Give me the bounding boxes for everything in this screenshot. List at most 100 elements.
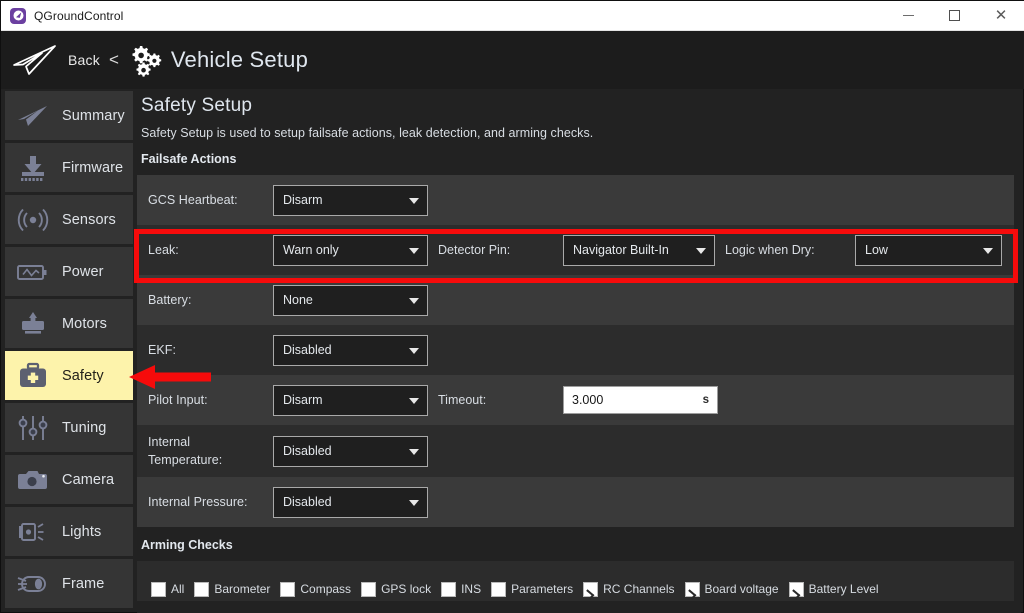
sidebar-item-label: Summary [62,108,125,124]
qgroundcontrol-window: QGroundControl ✕ Back < [0,0,1024,613]
battery-label: Battery: [148,293,273,307]
sidebar-item-summary[interactable]: Summary [5,91,133,140]
minimize-button[interactable] [885,1,931,30]
arming-check-barometer[interactable]: Barometer [194,582,270,597]
battery-combobox[interactable]: None [273,285,428,316]
checkbox-icon[interactable] [685,582,700,597]
chevron-down-icon [696,248,706,254]
page-description: Safety Setup is used to setup failsafe a… [137,117,1021,140]
arming-check-board-voltage[interactable]: Board voltage [685,582,779,597]
logic-when-dry-value: Low [865,243,888,257]
sidebar-item-lights[interactable]: Lights [5,507,133,556]
internal-temperature-label: Internal Temperature: [148,433,273,469]
failsafe-actions-panel: GCS Heartbeat: Disarm Leak: Warn only De… [137,175,1014,527]
sidebar-item-frame[interactable]: Frame [5,559,133,608]
ekf-failsafe-row: EKF: Disabled [137,325,1014,375]
checkbox-icon[interactable] [789,582,804,597]
sidebar-item-label: Firmware [62,160,123,176]
back-button-label[interactable]: Back [68,52,100,68]
checkbox-icon[interactable] [194,582,209,597]
back-chevron-icon[interactable]: < [109,50,119,70]
chevron-down-icon [983,248,993,254]
checkbox-icon[interactable] [583,582,598,597]
arming-check-label: Parameters [511,582,573,597]
battery-icon [13,256,53,288]
logic-when-dry-combobox[interactable]: Low [855,235,1002,266]
checkbox-icon[interactable] [151,582,166,597]
internal-pressure-combobox[interactable]: Disabled [273,487,428,518]
qgroundcontrol-logo-icon [10,8,26,24]
leak-action-combobox[interactable]: Warn only [273,235,428,266]
ekf-combobox[interactable]: Disabled [273,335,428,366]
qgc-toolbar: Back < Vehicle Setup [1,31,1024,89]
sidebar-item-tuning[interactable]: Tuning [5,403,133,452]
sidebar-item-camera[interactable]: Camera [5,455,133,504]
pilot-input-combobox[interactable]: Disarm [273,385,428,416]
paper-plane-icon [13,100,53,132]
arming-check-compass[interactable]: Compass [280,582,351,597]
leak-label: Leak: [148,243,273,257]
arming-check-label: All [171,582,184,597]
checkbox-icon[interactable] [280,582,295,597]
failsafe-actions-heading: Failsafe Actions [137,140,1021,166]
sidebar-item-label: Power [62,264,104,280]
detector-pin-label: Detector Pin: [438,243,563,257]
pilot-input-value: Disarm [283,393,323,407]
arming-check-ins[interactable]: INS [441,582,481,597]
window-title: QGroundControl [34,9,123,23]
sidebar-item-label: Frame [62,576,104,592]
close-button[interactable]: ✕ [977,1,1024,30]
chevron-down-icon [409,298,419,304]
arming-check-parameters[interactable]: Parameters [491,582,573,597]
camera-icon [13,464,53,496]
sidebar-item-safety[interactable]: Safety [5,351,133,400]
detector-pin-combobox[interactable]: Navigator Built-In [563,235,715,266]
timeout-label: Timeout: [438,393,563,407]
sidebar-item-motors[interactable]: Motors [5,299,133,348]
pilot-input-row: Pilot Input: Disarm Timeout: 3.000 s [137,375,1014,425]
internal-temperature-combobox[interactable]: Disabled [273,436,428,467]
arming-check-label: RC Channels [603,582,674,597]
leak-action-value: Warn only [283,243,339,257]
checkbox-icon[interactable] [491,582,506,597]
internal-temperature-value: Disabled [283,444,332,458]
internal-pressure-row: Internal Pressure: Disabled [137,477,1014,527]
lights-icon [13,516,53,548]
paper-plane-icon[interactable] [11,43,59,77]
arming-check-rc-channels[interactable]: RC Channels [583,582,674,597]
ekf-value: Disabled [283,343,332,357]
sidebar-item-label: Safety [62,368,104,384]
arming-check-gps-lock[interactable]: GPS lock [361,582,431,597]
maximize-button[interactable] [931,1,977,30]
sidebar-item-label: Lights [62,524,101,540]
ekf-label: EKF: [148,343,273,357]
motors-icon [13,308,53,340]
gcs-heartbeat-combobox[interactable]: Disarm [273,185,428,216]
battery-failsafe-row: Battery: None [137,275,1014,325]
checkbox-icon[interactable] [361,582,376,597]
checkbox-icon[interactable] [441,582,456,597]
sidebar-item-sensors[interactable]: Sensors [5,195,133,244]
arming-check-label: Board voltage [705,582,779,597]
arming-check-label: GPS lock [381,582,431,597]
close-icon: ✕ [995,8,1008,23]
chevron-down-icon [409,398,419,404]
chevron-down-icon [409,449,419,455]
internal-temperature-label-line1: Internal [148,433,273,451]
sidebar-item-label: Sensors [62,212,116,228]
arming-check-all[interactable]: All [151,582,184,597]
arming-check-label: Compass [300,582,351,597]
arming-checks-list: All Barometer Compass GPS lock INS [151,582,889,597]
sidebar-item-power[interactable]: Power [5,247,133,296]
internal-temperature-row: Internal Temperature: Disabled [137,425,1014,477]
sidebar-item-label: Motors [62,316,107,332]
sidebar-item-label: Tuning [62,420,106,436]
arming-check-battery-level[interactable]: Battery Level [789,582,879,597]
sidebar-item-firmware[interactable]: Firmware [5,143,133,192]
leak-failsafe-row: Leak: Warn only Detector Pin: Navigator … [137,225,1014,275]
safety-arrow-annotation [129,363,211,391]
detector-pin-value: Navigator Built-In [573,243,669,257]
timeout-value: 3.000 [572,393,603,407]
gcs-heartbeat-value: Disarm [283,193,323,207]
timeout-input[interactable]: 3.000 s [563,386,718,414]
